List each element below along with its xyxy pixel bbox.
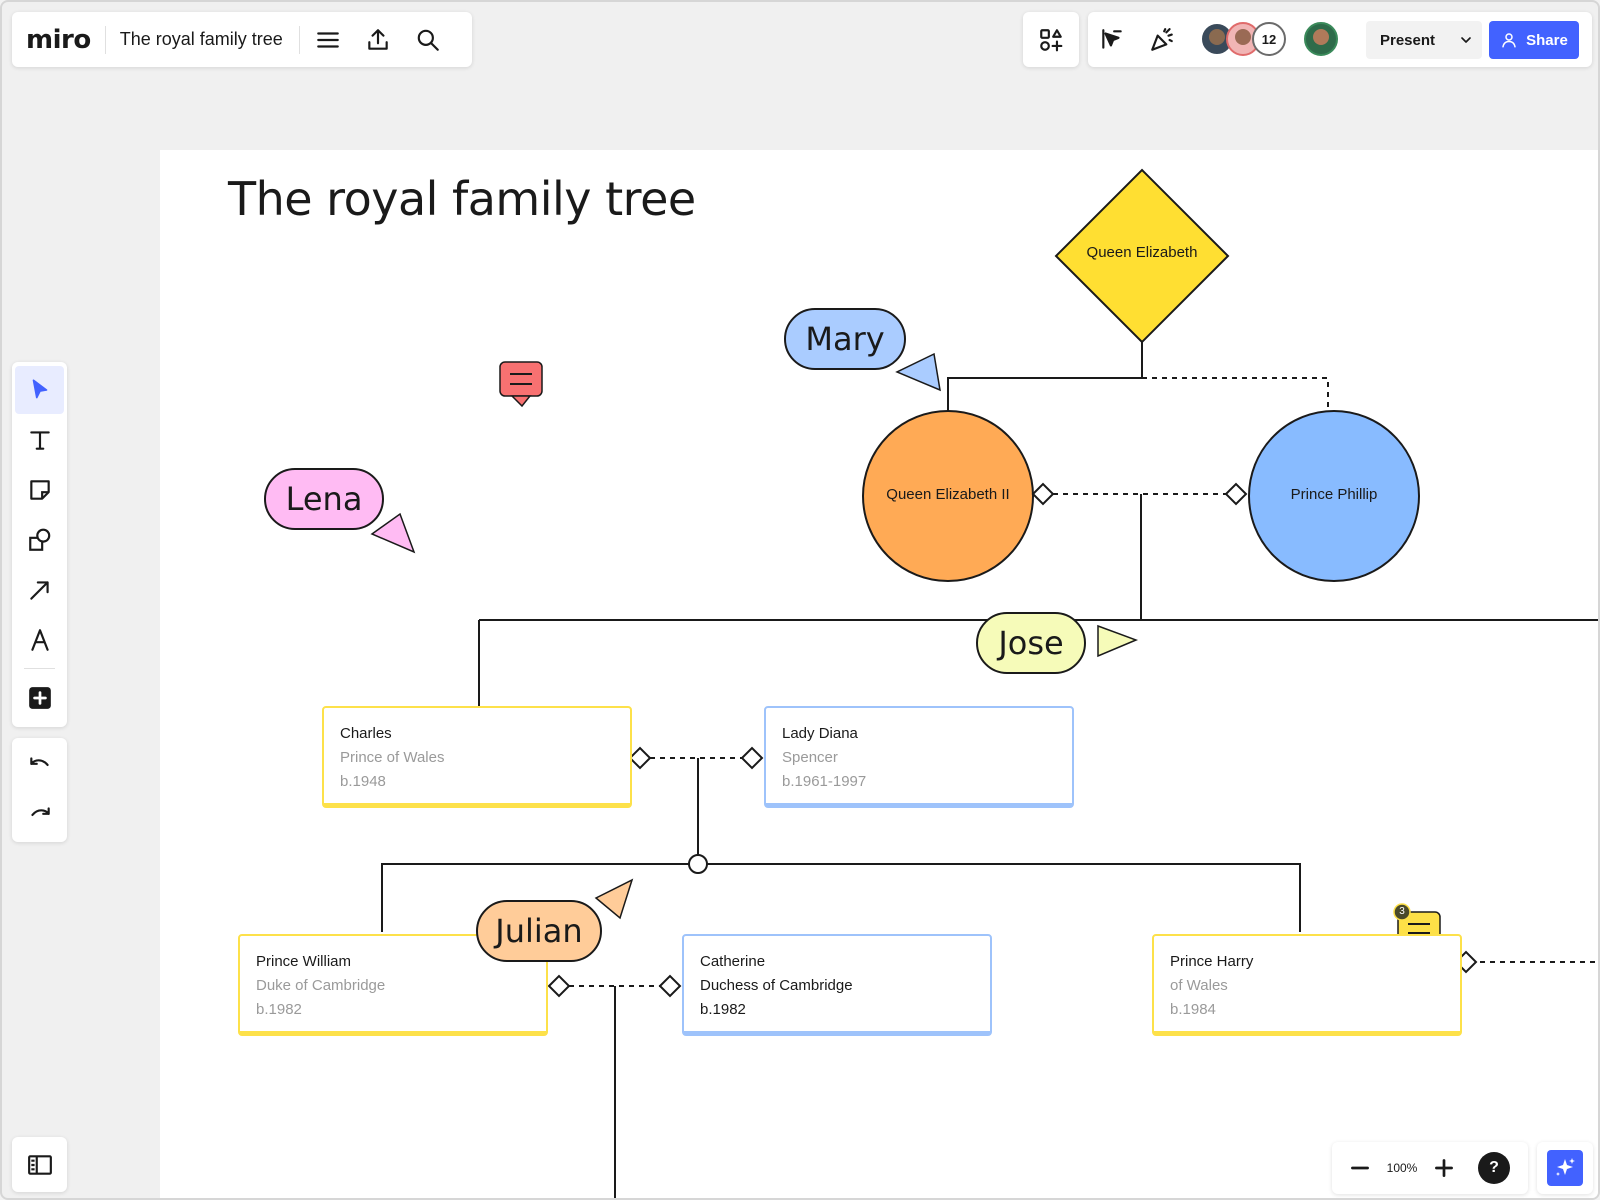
cursor-follow-icon [1102,29,1122,49]
card-lady-diana[interactable]: Lady Diana Spencer b.1961-1997 [764,706,1074,808]
redo-button[interactable] [15,792,64,840]
current-user-avatar[interactable] [1304,22,1338,56]
main-menu-button[interactable] [308,20,348,60]
undo-button[interactable] [15,742,64,790]
upload-icon [368,28,388,50]
search-button[interactable] [408,20,448,60]
card-title: Duke of Cambridge [256,977,386,994]
mary-cursor-arrow-icon [895,352,941,392]
connector-diamond-end [628,746,652,770]
comment-icon[interactable] [499,361,543,408]
plus-square-icon [28,687,51,709]
card-title: Spencer [782,749,838,766]
comment-count-badge: 3 [1399,906,1405,917]
plus-icon [1435,1159,1453,1177]
lena-cursor-arrow-icon [370,512,416,554]
connector-diamond-end [740,746,764,770]
reactions-button[interactable] [1142,20,1182,60]
app-window: The royal family tree Queen Elizabeth Qu… [0,0,1600,1200]
export-button[interactable] [358,20,398,60]
root-to-queen-connector[interactable] [947,342,1143,412]
user-icon [1502,33,1516,48]
julian-cursor-arrow-icon [594,878,634,920]
chevron-down-icon[interactable] [1458,32,1474,48]
jose-cursor-arrow-icon [1097,624,1139,658]
board-header: miro The royal family tree [12,12,472,67]
card-born: b.1961-1997 [782,773,867,790]
card-prince-harry[interactable]: Prince Harry of Wales b.1984 [1152,934,1462,1036]
card-catherine[interactable]: Catherine Duchess of Cambridge b.1982 [682,934,992,1036]
sidebar-panel-icon [27,1154,52,1175]
apps-grid-icon [1040,28,1063,51]
miro-logo[interactable]: miro [26,25,91,55]
arrow-tool[interactable] [15,566,64,614]
connector-diamond-end [658,974,682,998]
help-icon[interactable]: ? [1478,1152,1510,1184]
arrow-icon [29,581,49,600]
select-tool[interactable] [15,366,64,414]
zoom-out-button[interactable] [1340,1148,1380,1188]
card-born: b.1984 [1170,1001,1216,1018]
cursor-tag-mary: Mary [784,308,906,370]
card-title: Prince of Wales [340,749,445,766]
pointer-icon [32,379,47,399]
divider [298,25,300,54]
card-name: Catherine [700,953,766,970]
cursor-tag-julian: Julian [476,900,602,962]
redo-icon [30,807,50,816]
cursor-tag-lena: Lena [264,468,384,530]
zoom-in-button[interactable] [1424,1148,1464,1188]
board-title[interactable]: The royal family tree [120,29,283,50]
card-name: Charles [340,725,392,742]
connector-diamond-end [547,974,571,998]
shapes-tool[interactable] [15,516,64,564]
pen-icon [30,629,49,651]
collaboration-bar: 12 Present Share [1088,12,1592,67]
present-label: Present [1380,31,1436,49]
collaborator-count-badge[interactable]: 12 [1252,22,1286,56]
card-born: b.1948 [340,773,386,790]
card-title: Duchess of Cambridge [700,977,853,994]
present-button[interactable]: Present [1366,21,1482,59]
board-canvas[interactable]: The royal family tree Queen Elizabeth Qu… [160,150,1598,1198]
share-label: Share [1526,31,1568,49]
root-diamond-label: Queen Elizabeth [1086,244,1198,261]
card-name: Lady Diana [782,725,858,742]
text-icon [29,431,50,450]
history-toolbar [12,738,67,842]
cursor-tag-jose: Jose [976,612,1086,674]
text-tool[interactable] [15,416,64,464]
card-born: b.1982 [700,1001,746,1018]
creation-toolbar [12,362,67,727]
search-icon [417,29,439,51]
sticky-note-tool[interactable] [15,466,64,514]
divider [104,25,106,54]
queen-circle-label: Queen Elizabeth II [886,486,1010,503]
undo-icon [29,757,49,766]
shapes-icon [28,528,50,551]
minus-icon [1351,1166,1369,1170]
prince-circle-label: Prince Phillip [1290,486,1378,503]
share-button[interactable]: Share [1489,21,1579,59]
more-tools-button[interactable] [15,674,64,722]
card-born: b.1982 [256,1001,302,1018]
apps-button[interactable] [1023,12,1079,67]
sticky-note-icon [29,480,50,500]
card-charles[interactable]: Charles Prince of Wales b.1948 [322,706,632,808]
hamburger-icon [316,31,339,48]
toolbar-divider [24,668,55,669]
pen-tool[interactable] [15,616,64,664]
sparkle-icon [1547,1150,1583,1186]
zoom-level[interactable]: 100% [1380,1161,1424,1175]
junction-node[interactable] [688,854,708,874]
sidebar-toggle-button[interactable] [12,1137,67,1192]
zoom-controls: 100% ? [1332,1142,1528,1194]
follow-cursor-button[interactable] [1092,20,1132,60]
board-heading[interactable]: The royal family tree [228,172,696,226]
card-title: of Wales [1170,977,1228,994]
party-popper-icon [1151,28,1173,51]
card-name: Prince Harry [1170,953,1254,970]
ai-assist-button[interactable] [1537,1142,1593,1194]
root-to-prince-connector[interactable] [1142,377,1329,412]
